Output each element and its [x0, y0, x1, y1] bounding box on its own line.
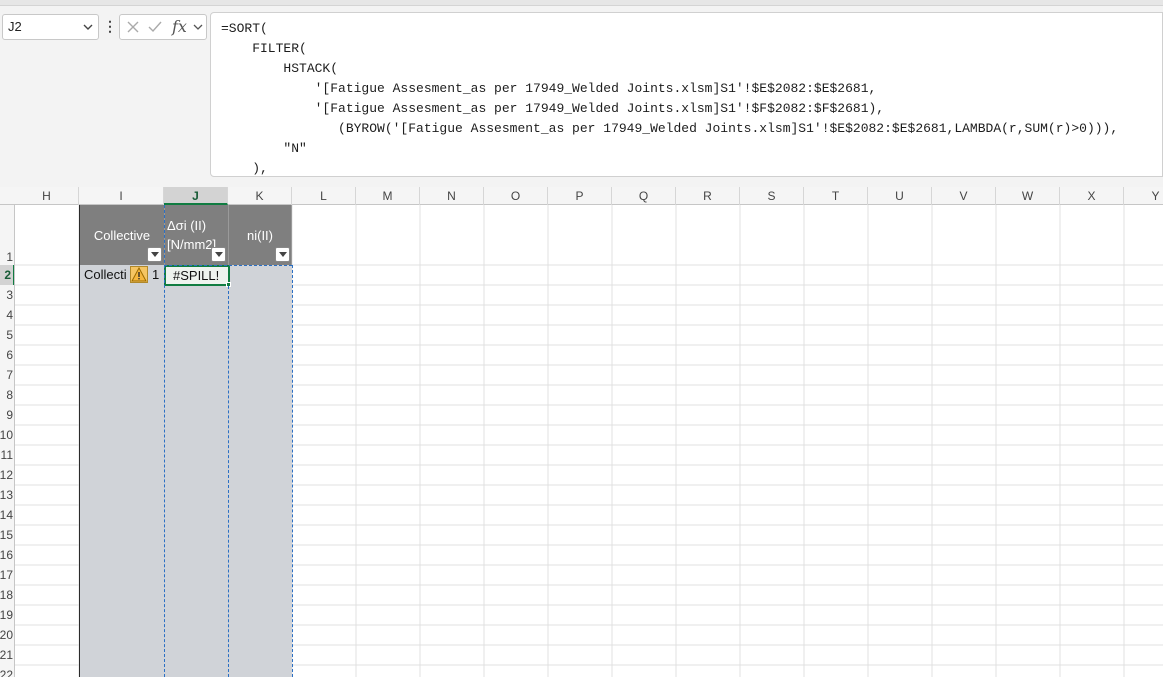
row-header-13[interactable]: 13 [0, 485, 14, 505]
row-header-22[interactable]: 22 [0, 665, 14, 677]
formula-line: HSTACK( [221, 61, 339, 76]
column-header-r[interactable]: R [676, 187, 740, 205]
row-header-6[interactable]: 6 [0, 345, 14, 365]
cell-I2-suffix: 1 [152, 267, 160, 282]
spill-range-border [164, 205, 165, 677]
row-header-19[interactable]: 19 [0, 605, 14, 625]
column-header-t[interactable]: T [804, 187, 868, 205]
chevron-down-icon[interactable] [192, 18, 204, 36]
formula-line: '[Fatigue Assesment_as per 17949_Welded … [221, 101, 885, 116]
dropdown-arrow-icon [215, 252, 223, 257]
spill-range-border [292, 265, 293, 677]
chevron-down-icon[interactable] [82, 20, 94, 34]
column-header-u[interactable]: U [868, 187, 932, 205]
row-header-5[interactable]: 5 [0, 325, 14, 345]
formula-bar-area: J2 ⋮ fx =SORT( FILTER( HSTACK( '[Fatigue… [0, 6, 1163, 187]
insert-function-button[interactable]: fx [172, 18, 192, 36]
column-header-l[interactable]: L [292, 187, 356, 205]
formula-line: '[Fatigue Assesment_as per 17949_Welded … [221, 81, 877, 96]
column-header-v[interactable]: V [932, 187, 996, 205]
column-header-j[interactable]: J [164, 187, 228, 205]
row-header-3[interactable]: 3 [0, 285, 14, 305]
row-header-1[interactable]: 1 [0, 205, 14, 265]
header-label: ni(II) [247, 228, 273, 243]
row-header-7[interactable]: 7 [0, 365, 14, 385]
column-header-p[interactable]: P [548, 187, 612, 205]
formula-line: =SORT( [221, 21, 268, 36]
row-header-14[interactable]: 14 [0, 505, 14, 525]
dropdown-arrow-icon [279, 252, 287, 257]
filter-dropdown-button[interactable] [275, 247, 290, 262]
formula-input[interactable]: =SORT( FILTER( HSTACK( '[Fatigue Assesme… [210, 12, 1163, 177]
column-header-m[interactable]: M [356, 187, 420, 205]
row-header-18[interactable]: 18 [0, 585, 14, 605]
row-header-4[interactable]: 4 [0, 305, 14, 325]
column-header-k[interactable]: K [228, 187, 292, 205]
spill-error-value: #SPILL! [173, 268, 220, 283]
column-header-s[interactable]: S [740, 187, 804, 205]
table-body [80, 265, 292, 677]
column-header-y[interactable]: Y [1124, 187, 1163, 205]
row-header-20[interactable]: 20 [0, 625, 14, 645]
column-header-i[interactable]: I [79, 187, 164, 205]
row-header-17[interactable]: 17 [0, 565, 14, 585]
column-header-h[interactable]: H [15, 187, 79, 205]
table-border [79, 205, 80, 677]
table-header-delta-sigma[interactable]: Δσi (II) [N/mm2] [165, 205, 229, 265]
column-header-w[interactable]: W [996, 187, 1060, 205]
column-header-x[interactable]: X [1060, 187, 1124, 205]
formula-line: FILTER( [221, 41, 307, 56]
spill-range-border [164, 265, 292, 266]
row-header-16[interactable]: 16 [0, 545, 14, 565]
cell-I2[interactable]: Collecti [84, 267, 130, 282]
row-header-12[interactable]: 12 [0, 465, 14, 485]
excel-window: J2 ⋮ fx =SORT( FILTER( HSTACK( '[Fatigue… [0, 0, 1163, 677]
column-headers: HIJKLMNOPQRSTUVWXY [0, 187, 1163, 205]
table-header-ni[interactable]: ni(II) [229, 205, 292, 265]
row-header-15[interactable]: 15 [0, 525, 14, 545]
active-cell-J2[interactable]: #SPILL! [164, 265, 230, 286]
worksheet-grid[interactable]: Collective Δσi (II) [N/mm2] ni(II) Colle… [0, 187, 1163, 677]
row-header-9[interactable]: 9 [0, 405, 14, 425]
row-header-10[interactable]: 10 [0, 425, 14, 445]
row-headers: 1 2 3 4 5 6 7 8 9 10 11 12 13 14 15 16 17 18 19 20 21 22 [0, 205, 15, 677]
formula-line: ), [221, 161, 268, 176]
dropdown-arrow-icon [151, 252, 159, 257]
table-header-collective[interactable]: Collective [80, 205, 165, 265]
name-box-value: J2 [8, 19, 22, 34]
column-header-n[interactable]: N [420, 187, 484, 205]
header-label-line1: Δσi (II) [167, 218, 207, 233]
filter-dropdown-button[interactable] [147, 247, 162, 262]
row-header-2[interactable]: 2 [0, 265, 14, 285]
cancel-icon[interactable] [124, 18, 142, 36]
column-header-q[interactable]: Q [612, 187, 676, 205]
name-box[interactable]: J2 [2, 14, 99, 40]
formula-line: (BYROW('[Fatigue Assesment_as per 17949_… [221, 121, 1119, 136]
row-header-11[interactable]: 11 [0, 445, 14, 465]
formula-line: "N" [221, 141, 307, 156]
row-header-8[interactable]: 8 [0, 385, 14, 405]
formula-text: =SORT( FILTER( HSTACK( '[Fatigue Assesme… [221, 19, 1119, 176]
row-header-21[interactable]: 21 [0, 645, 14, 665]
spill-range-border [228, 286, 229, 677]
more-options-icon[interactable]: ⋮ [103, 17, 117, 37]
formula-buttons: fx [119, 14, 207, 40]
header-label: Collective [93, 228, 151, 243]
warning-icon[interactable] [130, 266, 148, 283]
column-header-o[interactable]: O [484, 187, 548, 205]
check-icon[interactable] [146, 18, 164, 36]
filter-dropdown-button[interactable] [211, 247, 226, 262]
